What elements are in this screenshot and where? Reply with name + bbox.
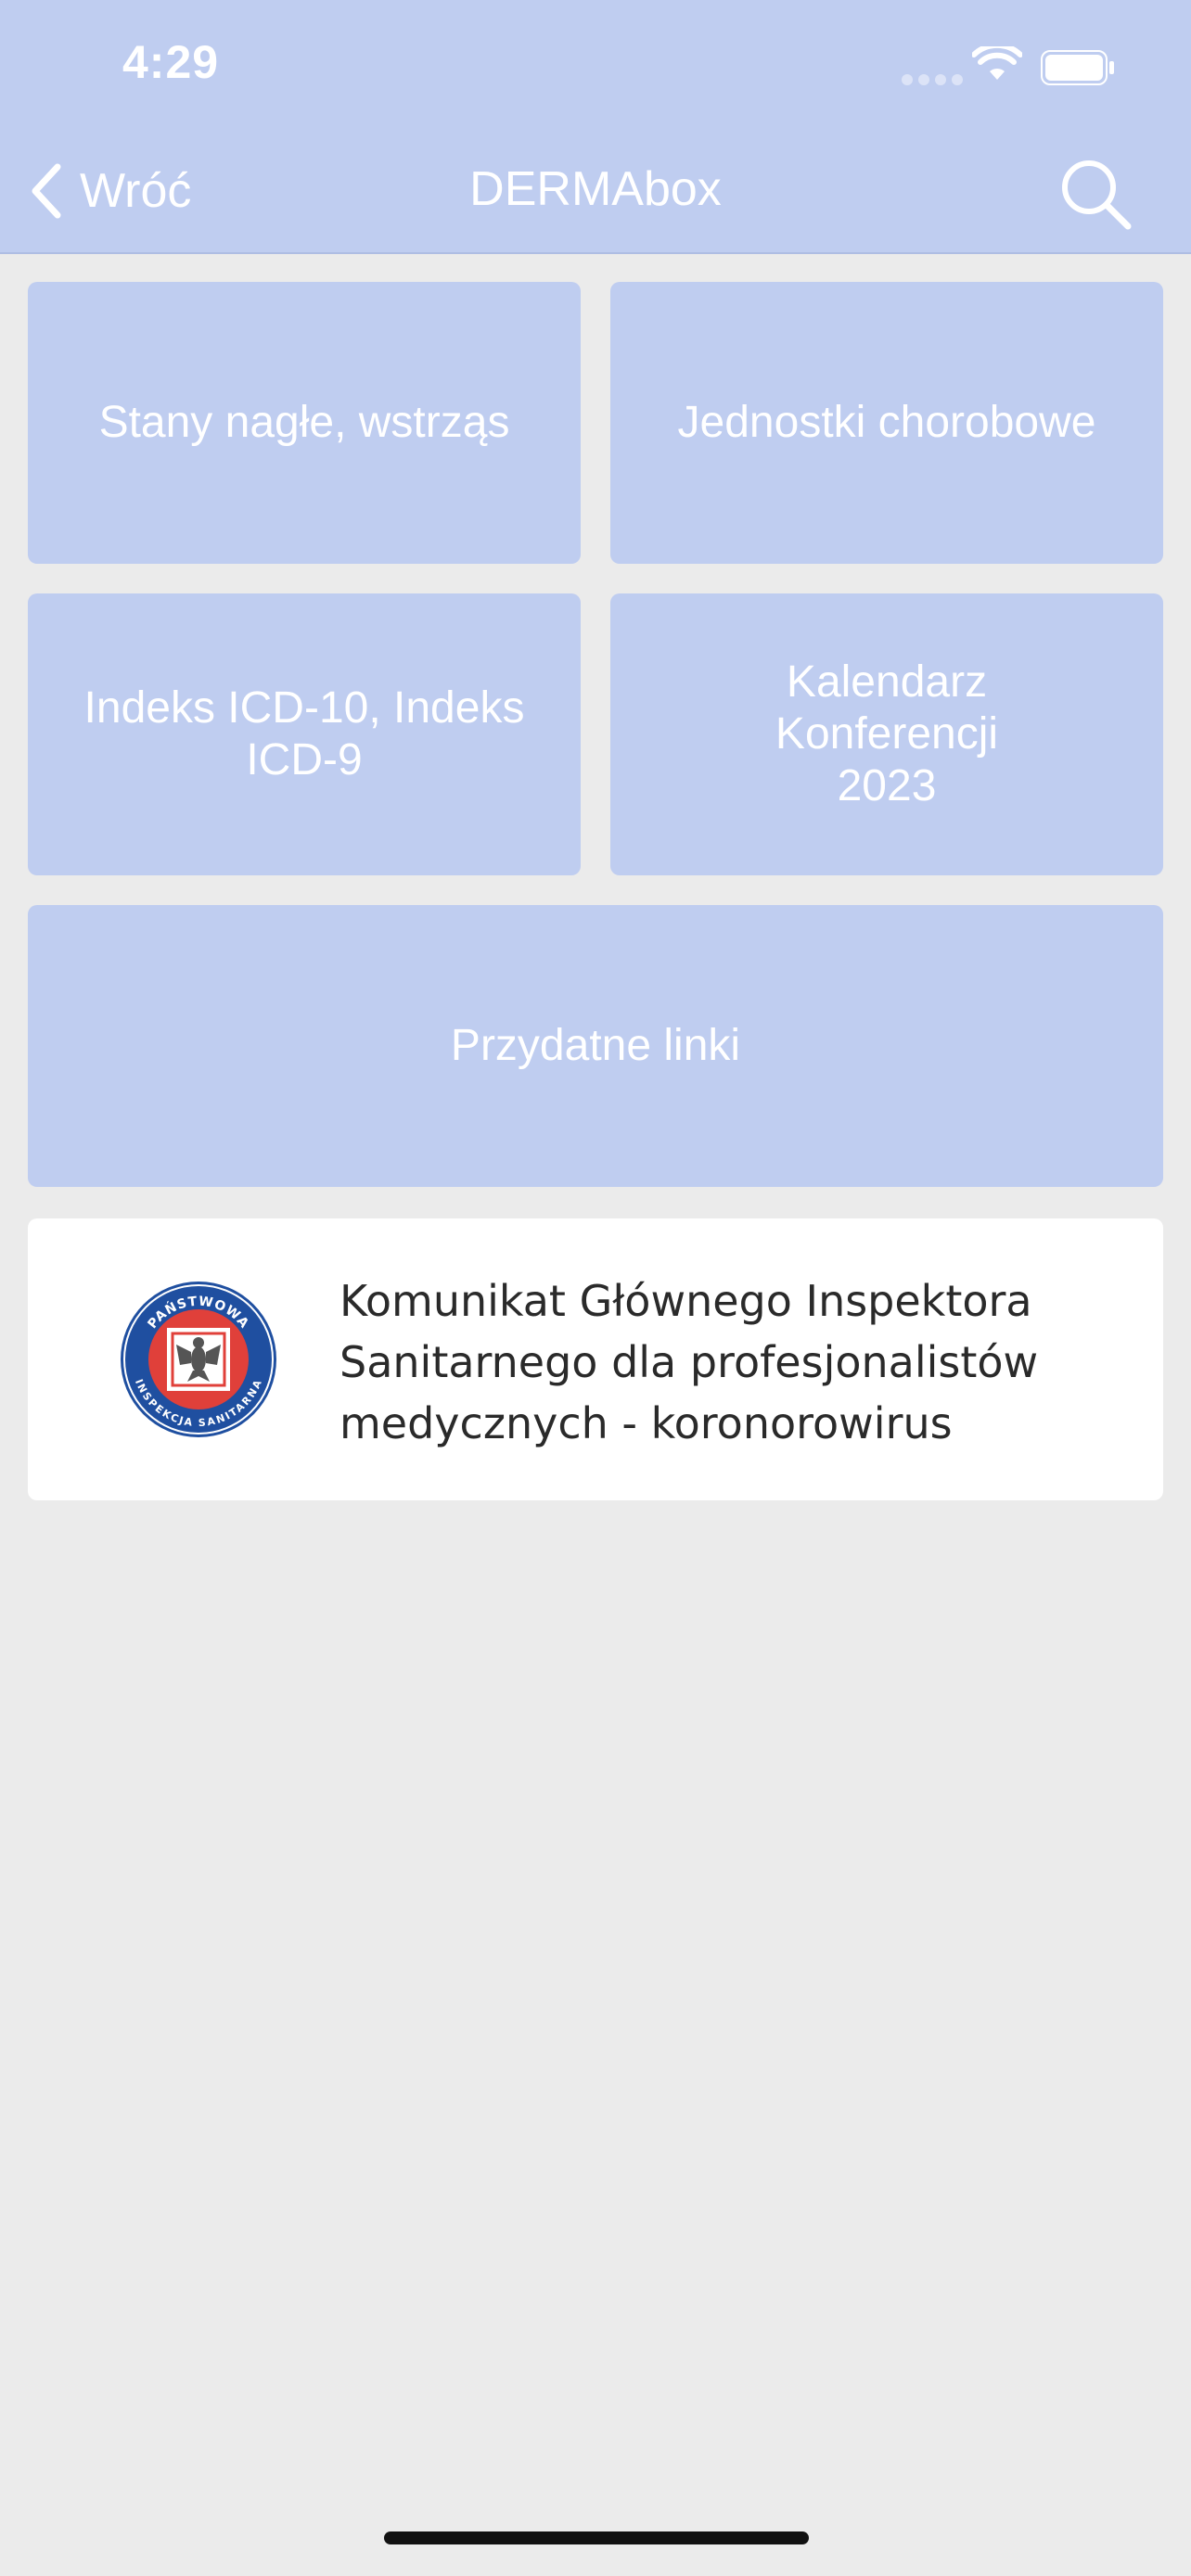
battery-icon xyxy=(1041,50,1114,85)
search-icon xyxy=(1062,160,1132,230)
tile-label: Stany nagłe, wstrząs xyxy=(98,398,510,447)
notice-text: Komunikat Głównego Inspektora Sanitarneg… xyxy=(339,1276,1039,1448)
tile-label: Jednostki chorobowe xyxy=(677,398,1096,447)
tile-stany-nagle[interactable]: Stany nagłe, wstrząs xyxy=(28,282,581,564)
status-time: 4:29 xyxy=(122,36,220,88)
sanitary-inspection-logo-icon: PAŃSTWOWA INSPEKCJA SANITARNA xyxy=(121,1282,276,1437)
wifi-icon xyxy=(972,46,1022,80)
tile-jednostki-chorobowe[interactable]: Jednostki chorobowe xyxy=(610,282,1163,564)
search-button[interactable] xyxy=(1057,156,1135,234)
tile-label: Przydatne linki xyxy=(450,1021,741,1070)
page-title: DERMAbox xyxy=(469,162,722,216)
tile-kalendarz-konferencji[interactable]: Kalendarz Konferencji 2023 xyxy=(610,593,1163,875)
gis-notice-card[interactable]: PAŃSTWOWA INSPEKCJA SANITARNA Komunikat … xyxy=(28,1218,1163,1500)
navigation-header: 4:29 Wróć DERMAbox xyxy=(0,0,1191,254)
tile-label: Kalendarz Konferencji 2023 xyxy=(775,657,999,810)
tile-label: Indeks ICD-10, Indeks ICD-9 xyxy=(83,683,525,784)
home-indicator[interactable] xyxy=(384,2531,809,2544)
tile-indeks-icd[interactable]: Indeks ICD-10, Indeks ICD-9 xyxy=(28,593,581,875)
tile-przydatne-linki[interactable]: Przydatne linki xyxy=(28,905,1163,1187)
cellular-signal-icon xyxy=(902,74,963,85)
